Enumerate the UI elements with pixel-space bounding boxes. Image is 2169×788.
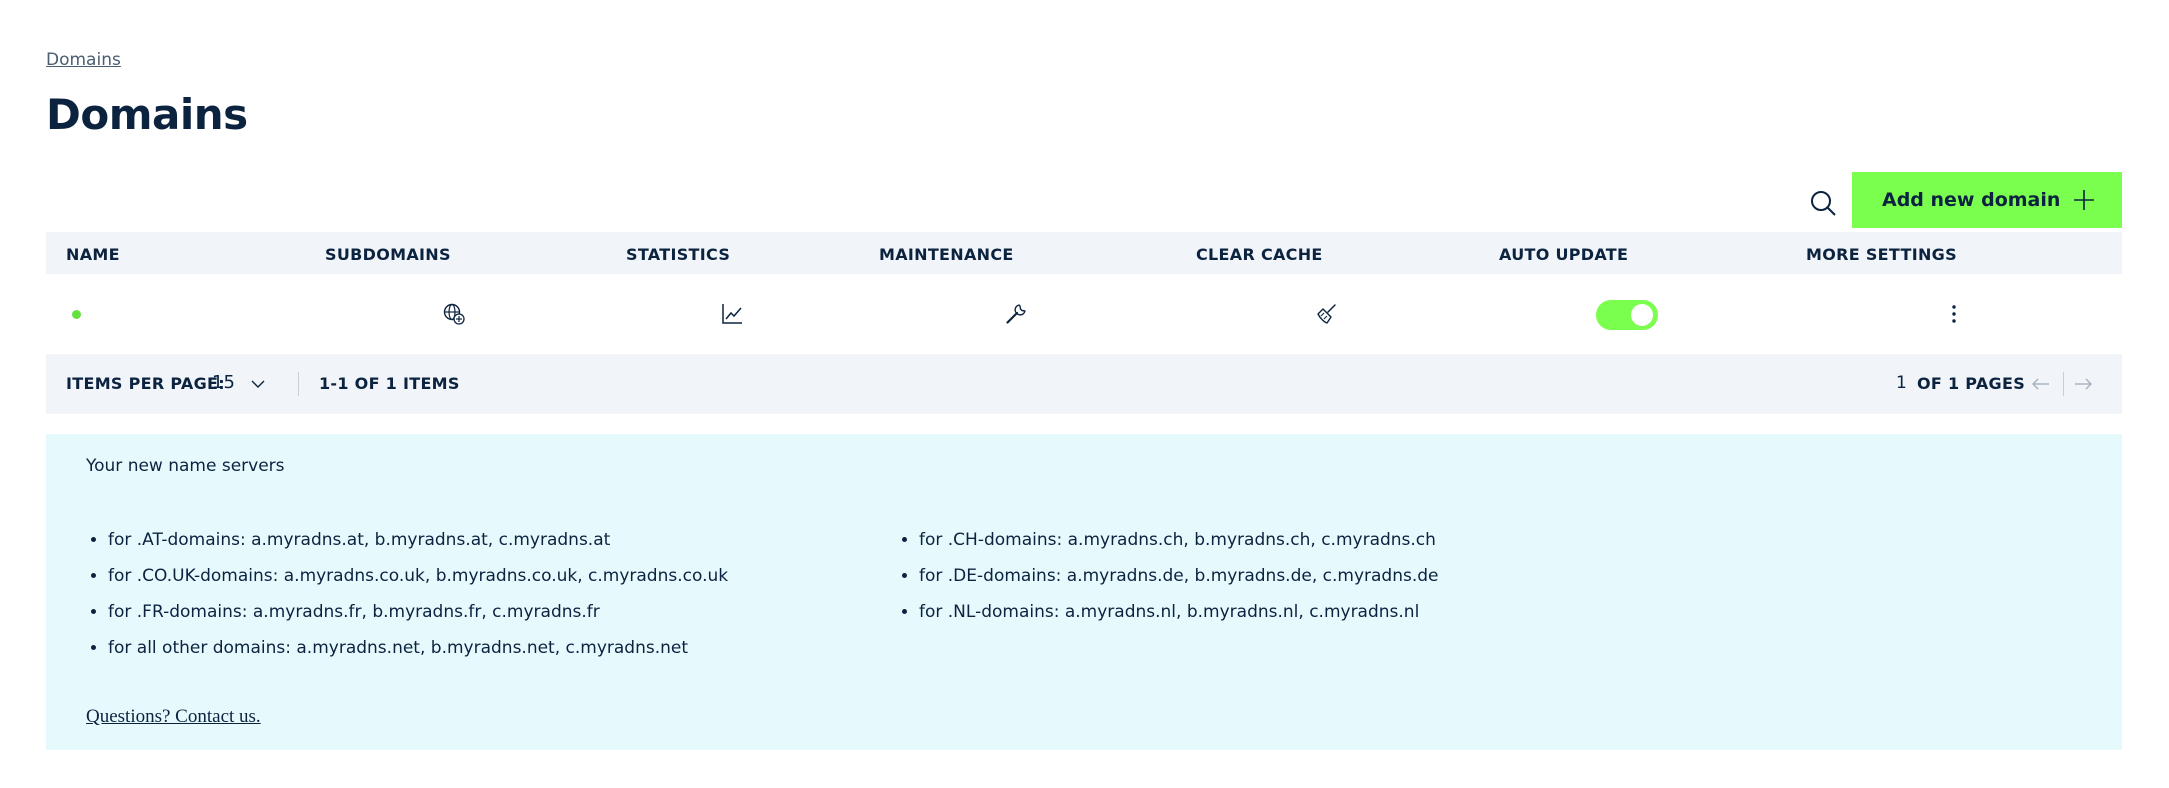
contact-link[interactable]: Questions? Contact us. xyxy=(86,706,261,728)
total-pages: OF 1 PAGES xyxy=(1917,374,2026,393)
broom-icon xyxy=(1317,304,1336,324)
list-item: for .NL-domains: a.myradns.nl, b.myradns… xyxy=(919,602,1439,638)
subdomains-button[interactable] xyxy=(442,302,466,326)
toggle-knob xyxy=(1631,304,1653,326)
items-per-page-select[interactable]: 15 xyxy=(212,372,235,393)
next-page-button[interactable] xyxy=(2073,374,2093,394)
pagination-bar: ITEMS PER PAGE: 15 1-1 OF 1 ITEMS 1 OF 1… xyxy=(46,354,2122,414)
list-item: for .CH-domains: a.myradns.ch, b.myradns… xyxy=(919,530,1439,566)
wrench-icon xyxy=(1006,304,1026,324)
current-page[interactable]: 1 xyxy=(1896,373,1907,393)
column-header-maintenance: MAINTENANCE xyxy=(879,245,1014,264)
list-item: for all other domains: a.myradns.net, b.… xyxy=(108,638,728,674)
chevron-down-icon[interactable] xyxy=(250,376,266,392)
list-item: for .FR-domains: a.myradns.fr, b.myradns… xyxy=(108,602,728,638)
page-title: Domains xyxy=(46,90,248,139)
table-row xyxy=(46,274,2122,354)
items-per-page-label: ITEMS PER PAGE: xyxy=(66,374,225,393)
status-indicator xyxy=(72,310,81,319)
list-item: for .CO.UK-domains: a.myradns.co.uk, b.m… xyxy=(108,566,728,602)
info-heading: Your new name servers xyxy=(86,456,285,476)
name-server-list-left: for .AT-domains: a.myradns.at, b.myradns… xyxy=(86,530,728,674)
plus-icon xyxy=(2074,190,2094,210)
column-header-subdomains: SUBDOMAINS xyxy=(325,245,451,264)
auto-update-toggle[interactable] xyxy=(1596,300,1658,330)
globe-icon xyxy=(443,303,465,325)
more-vertical-icon xyxy=(1952,305,1956,323)
clear-cache-button[interactable] xyxy=(1314,302,1338,326)
divider xyxy=(2063,372,2064,396)
breadcrumb[interactable]: Domains xyxy=(46,50,121,70)
arrow-left-icon xyxy=(2032,378,2049,390)
search-icon xyxy=(1811,191,1836,216)
page: Domains Domains Add new domain NAME SUBD… xyxy=(0,0,2169,788)
previous-page-button[interactable] xyxy=(2031,374,2051,394)
list-item: for .AT-domains: a.myradns.at, b.myradns… xyxy=(108,530,728,566)
column-header-statistics: STATISTICS xyxy=(626,245,731,264)
table-header: NAME SUBDOMAINS STATISTICS MAINTENANCE C… xyxy=(46,232,2122,274)
add-domain-label: Add new domain xyxy=(1882,189,2061,211)
column-header-more-settings: MORE SETTINGS xyxy=(1806,245,1957,264)
maintenance-button[interactable] xyxy=(1004,302,1028,326)
name-servers-info: Your new name servers for .AT-domains: a… xyxy=(46,434,2122,750)
chart-icon xyxy=(722,304,742,324)
domains-table: NAME SUBDOMAINS STATISTICS MAINTENANCE C… xyxy=(46,232,2122,354)
list-item: for .DE-domains: a.myradns.de, b.myradns… xyxy=(919,566,1439,602)
divider xyxy=(298,372,299,396)
add-domain-button[interactable]: Add new domain xyxy=(1852,172,2122,228)
column-header-name[interactable]: NAME xyxy=(66,245,120,264)
statistics-button[interactable] xyxy=(720,302,744,326)
search-button[interactable] xyxy=(1808,188,1838,218)
column-header-auto-update: AUTO UPDATE xyxy=(1499,245,1629,264)
column-header-clear-cache: CLEAR CACHE xyxy=(1196,245,1323,264)
items-range: 1-1 OF 1 ITEMS xyxy=(319,374,460,393)
more-settings-button[interactable] xyxy=(1942,302,1966,326)
arrow-right-icon xyxy=(2075,378,2092,390)
name-server-list-right: for .CH-domains: a.myradns.ch, b.myradns… xyxy=(897,530,1439,638)
